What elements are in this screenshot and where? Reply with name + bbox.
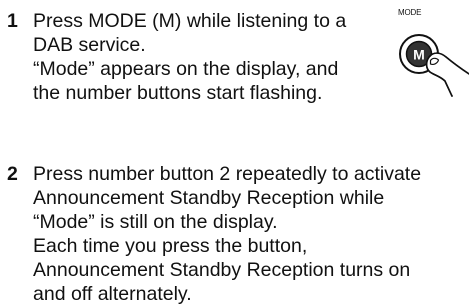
- step-line: Each time you press the button,: [33, 235, 308, 257]
- finger-pressing-button-icon: M: [399, 34, 469, 97]
- step-line: Announcement Standby Reception turns on: [33, 259, 411, 281]
- step-line: Press MODE (M) while listening to a: [33, 10, 347, 32]
- step-number: 2: [7, 163, 18, 185]
- step-line: “Mode” appears on the display, and: [33, 58, 339, 80]
- mode-caption: MODE: [398, 8, 422, 17]
- step-number: 1: [7, 10, 18, 32]
- step-line: “Mode” is still on the display.: [33, 211, 278, 233]
- step-line: Press number button 2 repeatedly to acti…: [33, 163, 422, 185]
- step-2: 2 Press number button 2 repeatedly to ac…: [0, 162, 469, 305]
- step-1: 1 Press MODE (M) while listening to a DA…: [0, 9, 400, 129]
- mode-button-label: M: [413, 47, 425, 63]
- step-line: Announcement Standby Reception while: [33, 187, 385, 209]
- step-line: DAB service.: [33, 34, 146, 56]
- step-line: and off alternately.: [33, 283, 192, 305]
- step-line: the number buttons start flashing.: [33, 82, 323, 104]
- mode-button-illustration: M MODE: [394, 8, 469, 103]
- step-text: Press number button 2 repeatedly to acti…: [33, 162, 421, 306]
- step-text: Press MODE (M) while listening to a DAB …: [33, 9, 346, 105]
